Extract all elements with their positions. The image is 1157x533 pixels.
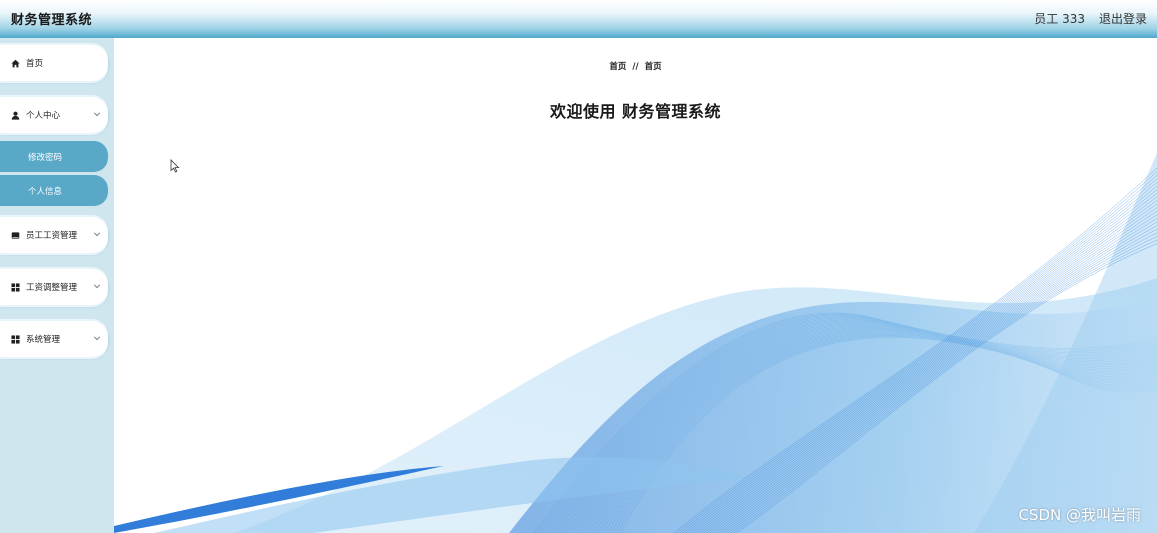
- sidebar-subitem-change-password[interactable]: 修改密码: [0, 141, 108, 172]
- grid-icon: [10, 334, 20, 344]
- chevron-down-icon: [93, 112, 101, 117]
- welcome-title: 欢迎使用 财务管理系统: [549, 102, 722, 121]
- sidebar-item-system-management[interactable]: 系统管理: [0, 321, 108, 357]
- sidebar-item-label: 工资调整管理: [26, 283, 78, 293]
- sidebar-item-label: 首页: [26, 59, 44, 69]
- user-icon: [10, 110, 20, 120]
- chevron-down-icon: [93, 336, 101, 341]
- breadcrumb: 首页 // 首页: [114, 60, 1157, 72]
- sidebar-subitem-personal-info[interactable]: 个人信息: [0, 175, 108, 206]
- current-user: 员工 333: [1034, 12, 1085, 26]
- sidebar-item-label: 员工工资管理: [26, 231, 78, 241]
- sidebar-item-salary-adjustment[interactable]: 工资调整管理: [0, 269, 108, 305]
- logout-link[interactable]: 退出登录: [1099, 10, 1147, 27]
- app-window: 财务管理系统 员工 333 退出登录 首页 个人中心 修改密码 个人信息 员工工…: [0, 0, 1157, 533]
- breadcrumb-separator: //: [632, 62, 639, 72]
- watermark: CSDN @我叫岩雨: [1018, 506, 1141, 524]
- sidebar-item-personal-center[interactable]: 个人中心: [0, 97, 108, 133]
- chevron-down-icon: [93, 232, 101, 237]
- chevron-down-icon: [93, 284, 101, 289]
- sidebar-item-label: 个人中心: [26, 111, 61, 121]
- wallet-icon: [10, 230, 20, 240]
- breadcrumb-item[interactable]: 首页: [609, 62, 626, 72]
- home-icon: [10, 58, 20, 68]
- sidebar: 首页 个人中心 修改密码 个人信息 员工工资管理 工资调整管理 系统管理: [0, 38, 114, 533]
- grid-icon: [10, 282, 20, 292]
- header-user-area: 员工 333 退出登录: [1034, 10, 1147, 27]
- main-content: 首页 // 首页 欢迎使用 财务管理系统 CSDN @我叫岩雨: [114, 38, 1157, 533]
- mouse-cursor-icon: [170, 159, 180, 173]
- breadcrumb-item: 首页: [644, 62, 662, 72]
- app-title: 财务管理系统: [11, 13, 93, 28]
- sidebar-item-label: 系统管理: [26, 335, 61, 345]
- sidebar-item-home[interactable]: 首页: [0, 45, 108, 81]
- sidebar-item-salary-management[interactable]: 员工工资管理: [0, 217, 108, 253]
- top-header: 财务管理系统 员工 333 退出登录: [0, 0, 1157, 38]
